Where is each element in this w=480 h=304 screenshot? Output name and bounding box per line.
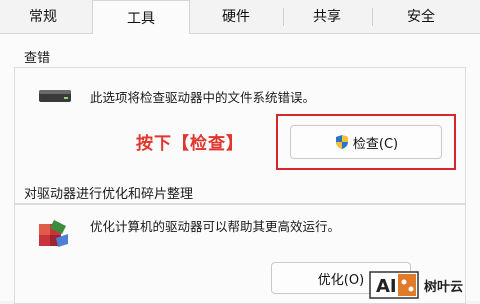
tab-general-label: 常规 — [29, 9, 57, 25]
optimize-button-label: 优化(O) — [317, 272, 365, 288]
optimize-section-description: 优化计算机的驱动器可以帮助其更高效运行。 — [90, 219, 341, 234]
svg-text:AI: AI — [376, 276, 397, 297]
defrag-icon — [39, 220, 68, 247]
tab-sharing[interactable]: 共享 — [284, 0, 370, 32]
tab-security-label: 安全 — [407, 9, 435, 25]
tab-security[interactable]: 安全 — [373, 0, 469, 32]
tab-hardware[interactable]: 硬件 — [190, 0, 282, 32]
tab-general[interactable]: 常规 — [10, 0, 76, 32]
watermark-site-text: 树叶云 — [424, 280, 464, 295]
drive-icon — [39, 90, 71, 102]
tab-tools-label: 工具 — [127, 10, 155, 27]
check-section-description: 此选项将检查驱动器中的文件系统错误。 — [90, 90, 316, 105]
shield-icon — [335, 135, 348, 149]
watermark: AI 树叶云 — [368, 268, 480, 300]
watermark-logo: AI — [369, 271, 419, 299]
tools-page: 查错 此选项将检查驱动器中的文件系统错误。 按下【检查】 检查(C) 对驱动器进… — [0, 33, 480, 304]
tab-tools[interactable]: 工具 — [92, 0, 190, 34]
tab-hardware-label: 硬件 — [222, 9, 250, 25]
check-section-title: 查错 — [24, 51, 51, 66]
optimize-section-title: 对驱动器进行优化和碎片整理 — [24, 187, 194, 202]
annotation-press-check: 按下【检查】 — [136, 134, 244, 154]
tab-strip: 常规 工具 硬件 共享 安全 — [0, 0, 480, 34]
tab-sharing-label: 共享 — [313, 9, 341, 25]
check-button[interactable]: 检查(C) — [290, 125, 442, 159]
check-button-label: 检查(C) — [352, 136, 399, 152]
